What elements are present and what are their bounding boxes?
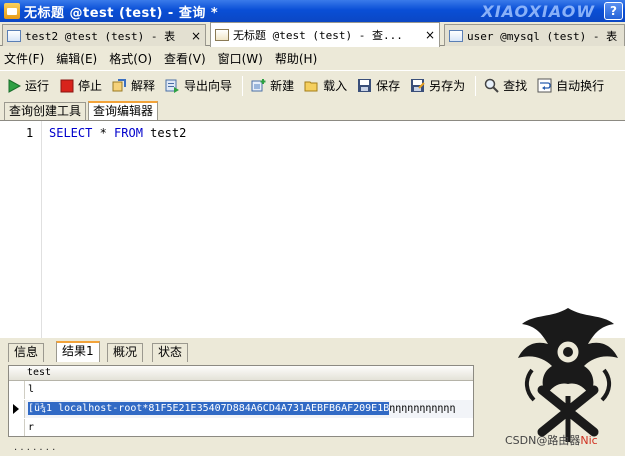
tab-query-editor[interactable]: 查询编辑器 — [88, 101, 159, 122]
doc-tab-user[interactable]: user @mysql (test) - 表 — [444, 24, 625, 46]
toolbar-separator — [242, 75, 244, 96]
toolbar: 运行 停止 解释 导出向导 新建 载入 保存 另存为 查找 自动换行 — [0, 70, 625, 100]
save-button[interactable]: 保存 — [357, 77, 400, 94]
line-number: 1 — [26, 126, 34, 140]
find-button[interactable]: 查找 — [484, 77, 527, 94]
wrap-icon — [537, 78, 552, 93]
save-as-icon — [410, 78, 425, 93]
title-bar: 无标题 @test (test) - 查询 * XIAOXIAOW ? — [0, 0, 625, 22]
menu-help[interactable]: 帮助(H) — [275, 50, 317, 67]
find-label: 查找 — [503, 79, 528, 93]
doc-tab-label: test2 @test (test) - 表 — [25, 29, 176, 43]
run-icon — [6, 78, 21, 93]
toolbar-separator — [475, 75, 477, 96]
save-as-button[interactable]: 另存为 — [410, 77, 465, 94]
row-indicator[interactable] — [9, 400, 25, 418]
sql-code[interactable]: SELECT * FROM test2 — [49, 126, 186, 140]
doc-tab-test2[interactable]: test2 @test (test) - 表 × — [2, 24, 206, 46]
menu-window[interactable]: 窗口(W) — [218, 50, 263, 67]
new-label: 新建 — [270, 79, 295, 93]
stop-icon — [59, 78, 74, 93]
table-icon — [7, 29, 21, 42]
table-token: test2 — [142, 126, 187, 140]
find-icon — [484, 78, 499, 93]
menu-format[interactable]: 格式(O) — [109, 50, 152, 67]
document-tabs: test2 @test (test) - 表 × 无标题 @test (test… — [0, 22, 625, 47]
close-icon[interactable]: × — [419, 28, 435, 42]
run-label: 运行 — [25, 79, 50, 93]
load-icon — [304, 78, 319, 93]
doc-tab-query[interactable]: 无标题 @test (test) - 查... × — [210, 22, 440, 47]
export-wizard-button[interactable]: 导出向导 — [165, 77, 232, 94]
tab-result1[interactable]: 结果1 — [56, 341, 100, 362]
load-label: 载入 — [323, 79, 348, 93]
result-grid[interactable]: test l [ü¾1 localhost-root*81F5E21E35407… — [8, 365, 474, 437]
explain-label: 解释 — [131, 79, 156, 93]
save-as-label: 另存为 — [429, 79, 466, 93]
explain-button[interactable]: 解释 — [112, 77, 155, 94]
run-button[interactable]: 运行 — [6, 77, 49, 94]
explain-icon — [112, 78, 127, 93]
export-wizard-label: 导出向导 — [184, 79, 233, 93]
window-title: 无标题 @test (test) - 查询 * — [24, 5, 219, 21]
new-icon — [251, 78, 266, 93]
table-icon — [449, 29, 463, 42]
auto-wrap-label: 自动换行 — [556, 79, 605, 93]
tab-query-builder[interactable]: 查询创建工具 — [4, 102, 87, 121]
new-button[interactable]: 新建 — [251, 77, 294, 94]
help-button[interactable]: ? — [604, 2, 623, 20]
grid-header: test — [9, 366, 473, 381]
column-header-test[interactable]: test — [27, 367, 51, 378]
row-indicator[interactable] — [9, 381, 25, 399]
menu-view[interactable]: 查看(V) — [164, 50, 206, 67]
table-row[interactable]: l — [25, 381, 473, 399]
menu-bar: 文件(F) 编辑(E) 格式(O) 查看(V) 窗口(W) 帮助(H) — [0, 47, 625, 69]
row-indicator[interactable] — [9, 419, 25, 436]
keyword-from: FROM — [114, 126, 143, 140]
dragon-decoration-icon — [518, 308, 618, 442]
cell-value[interactable]: r — [28, 422, 34, 433]
load-button[interactable]: 载入 — [304, 77, 347, 94]
export-icon — [165, 78, 180, 93]
save-label: 保存 — [376, 79, 401, 93]
query-icon — [215, 29, 229, 41]
auto-wrap-button[interactable]: 自动换行 — [537, 77, 604, 94]
doc-tab-label: user @mysql (test) - 表 — [467, 29, 618, 43]
cell-value[interactable]: l — [28, 384, 34, 395]
status-bar: · · · · · · · — [0, 446, 625, 456]
menu-file[interactable]: 文件(F) — [4, 50, 44, 67]
stop-button[interactable]: 停止 — [59, 77, 102, 94]
tab-profile[interactable]: 概况 — [107, 343, 144, 362]
tab-info[interactable]: 信息 — [8, 343, 45, 362]
close-icon[interactable]: × — [185, 29, 201, 43]
brand-logo: XIAOXIAOW — [481, 2, 595, 21]
star-token: * — [92, 126, 115, 140]
table-row-selected[interactable]: [ü¾1 localhost-root*81F5E21E35407D884A6C… — [25, 400, 473, 418]
app-icon — [4, 3, 20, 19]
cell-value-selected[interactable]: [ü¾1 localhost-root*81F5E21E35407D884A6C… — [28, 402, 390, 415]
tab-status[interactable]: 状态 — [152, 343, 189, 362]
editor-mode-tabs: 查询创建工具 查询编辑器 — [0, 101, 625, 122]
current-row-arrow-icon — [13, 404, 19, 414]
menu-edit[interactable]: 编辑(E) — [56, 50, 97, 67]
line-gutter — [8, 121, 42, 338]
save-icon — [357, 78, 372, 93]
keyword-select: SELECT — [49, 126, 93, 140]
cell-value-overflow: ηηηηηηηηηηη — [389, 403, 456, 414]
table-row[interactable]: r — [25, 419, 473, 436]
stop-label: 停止 — [78, 79, 103, 93]
doc-tab-label: 无标题 @test (test) - 查... — [233, 29, 403, 42]
